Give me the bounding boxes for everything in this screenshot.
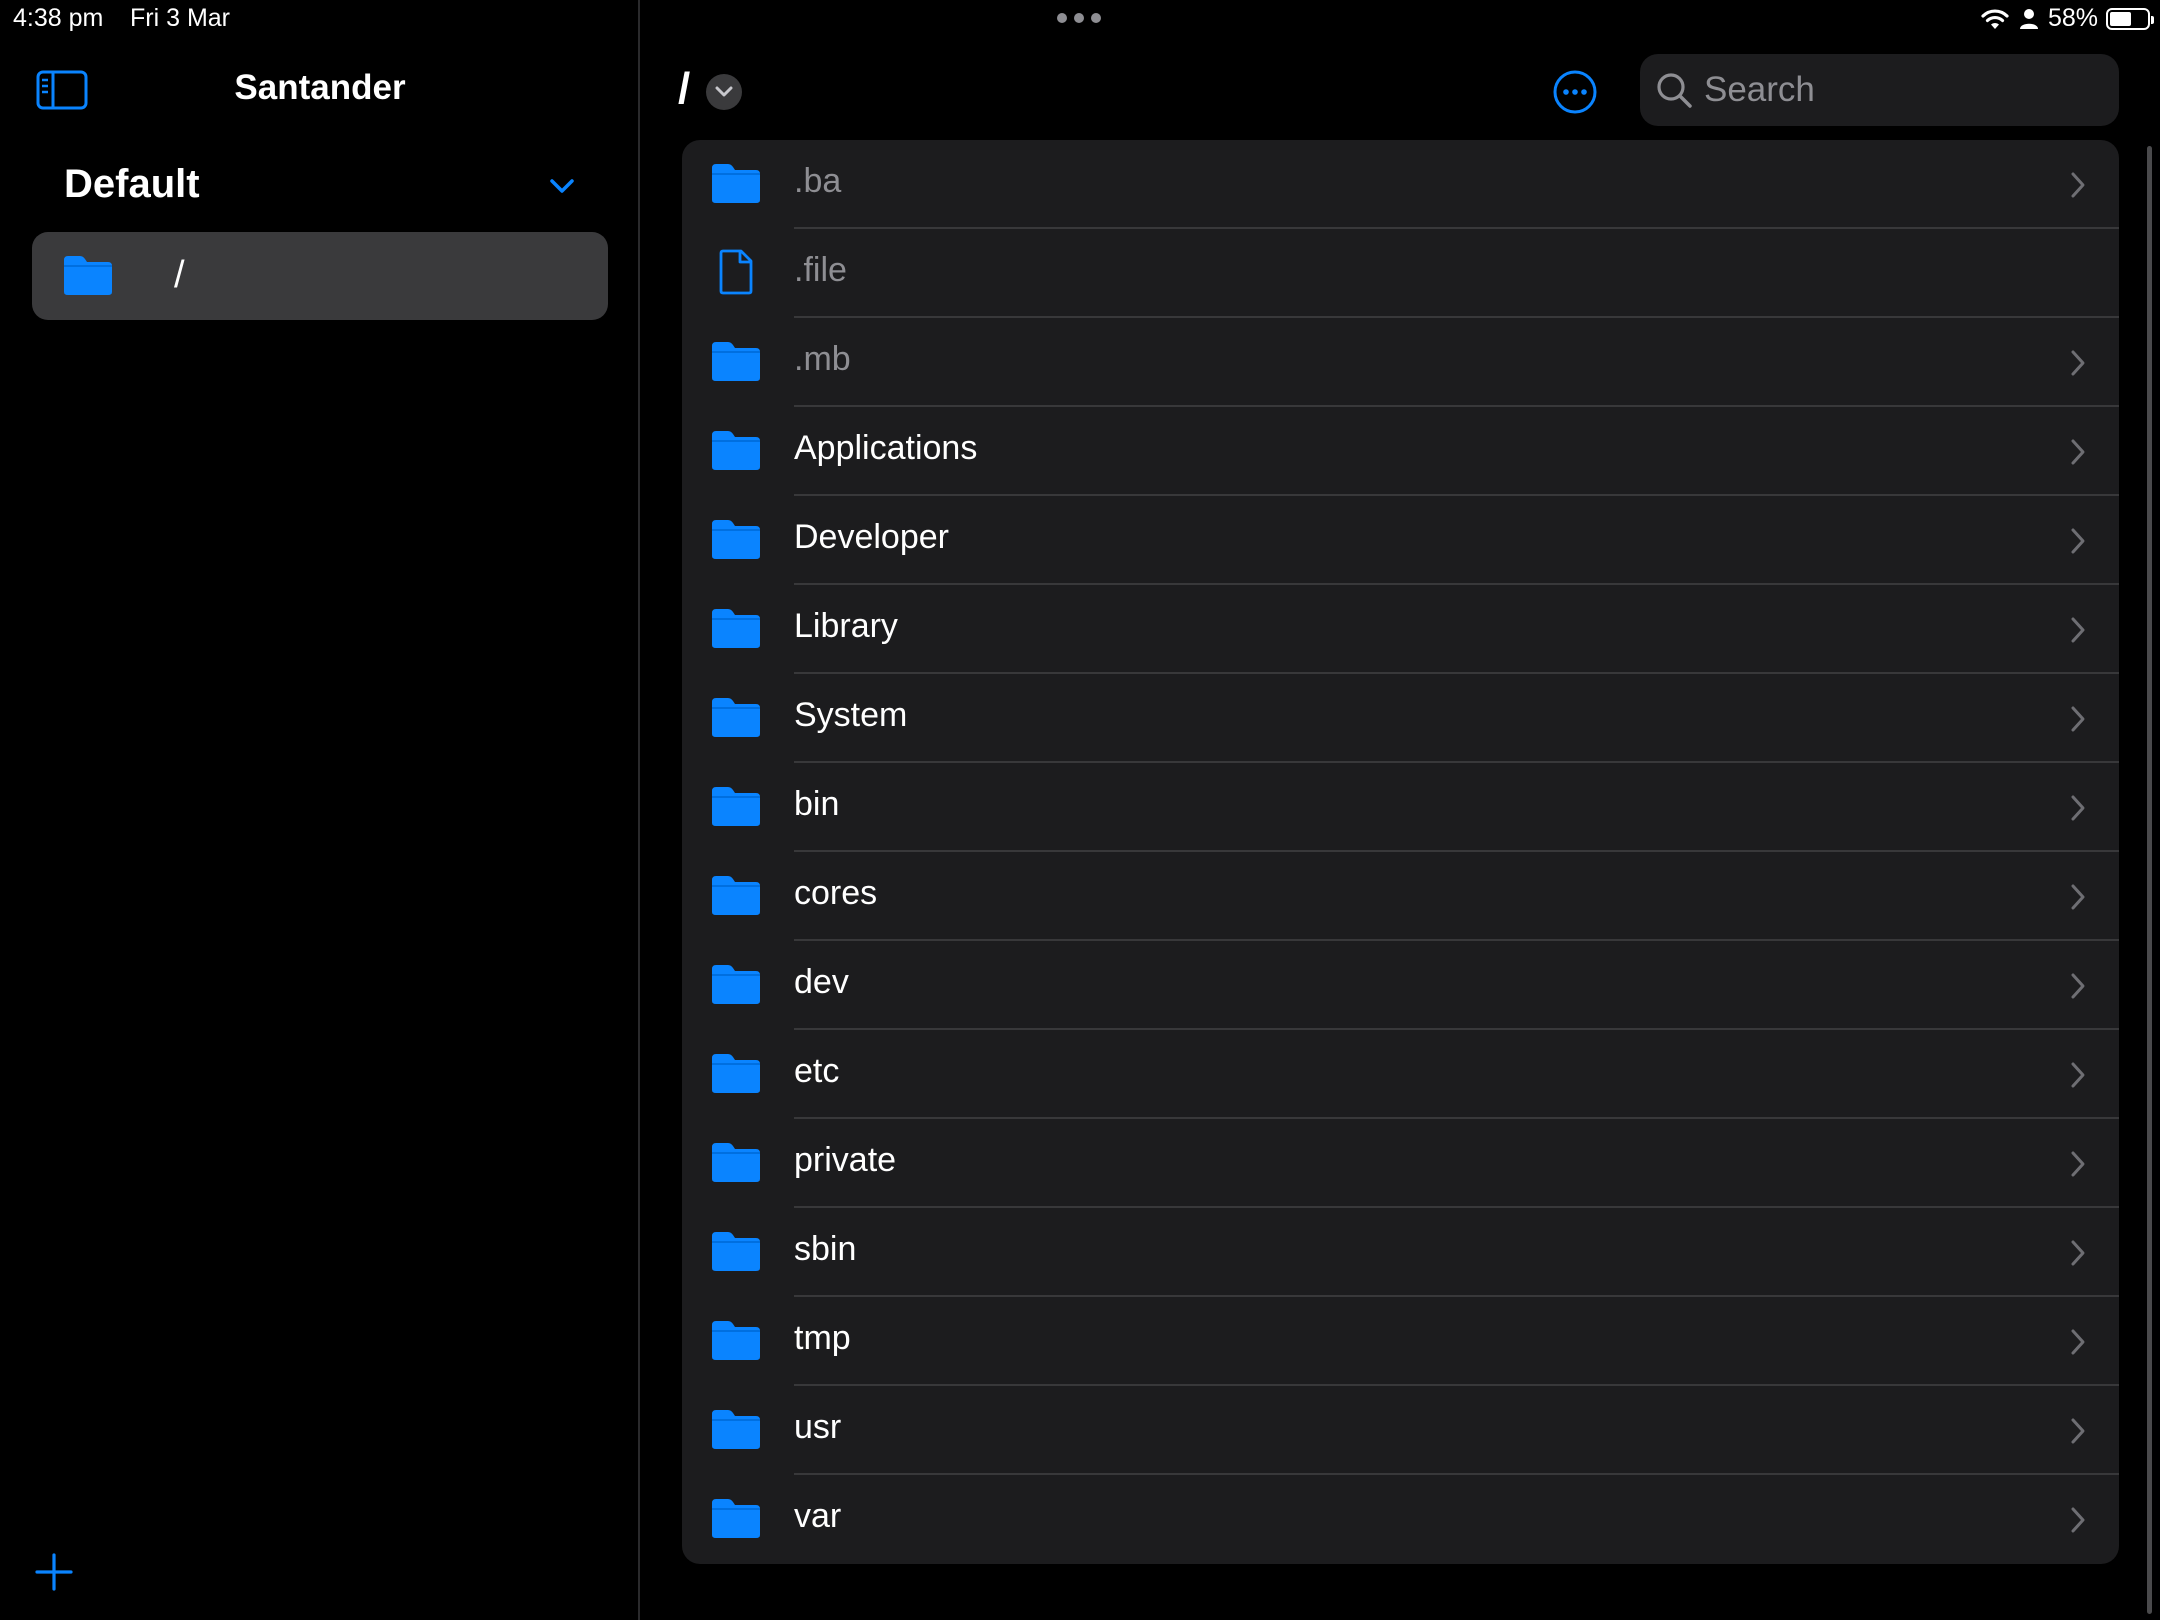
file-list: .ba .file .mb Applications Developer Lib… [682, 140, 2119, 1564]
chevron-right-icon [2071, 528, 2085, 554]
document-icon [719, 249, 753, 295]
list-item-bin[interactable]: bin [682, 763, 2119, 852]
chevron-right-icon [2071, 884, 2085, 910]
list-item-system[interactable]: System [682, 674, 2119, 763]
list-item-label: cores [794, 874, 878, 912]
list-item-applications[interactable]: Applications [682, 407, 2119, 496]
list-item-label: etc [794, 1052, 840, 1090]
list-item-cores[interactable]: cores [682, 852, 2119, 941]
chevron-right-icon [2071, 439, 2085, 465]
chevron-right-icon [2071, 172, 2085, 198]
list-item-label: usr [794, 1408, 842, 1446]
folder-icon [712, 431, 760, 470]
folder-icon [712, 164, 760, 203]
battery-icon [2106, 7, 2154, 30]
status-bar: 4:38 pm Fri 3 Mar 58% [0, 0, 2160, 40]
folder-icon [712, 520, 760, 559]
chevron-down-icon [715, 86, 733, 97]
list-item-label: dev [794, 963, 849, 1001]
search-field[interactable] [1640, 54, 2119, 126]
folder-icon [712, 1499, 760, 1538]
chevron-right-icon [2071, 706, 2085, 732]
chevron-right-icon [2071, 1418, 2085, 1444]
folder-icon [712, 787, 760, 826]
page-title: / [678, 64, 691, 113]
more-options-icon[interactable] [1552, 69, 1598, 115]
folder-icon [712, 876, 760, 915]
list-item-label: Developer [794, 518, 949, 556]
scrollbar[interactable] [2147, 146, 2152, 1614]
sidebar: Santander Default / [0, 0, 640, 1620]
list-item-label: Library [794, 607, 898, 645]
list-item-label: System [794, 696, 908, 734]
status-indicators: 58% [1980, 4, 2154, 33]
list-item-label: private [794, 1141, 897, 1179]
list-item-dev[interactable]: dev [682, 941, 2119, 1030]
search-input[interactable] [1702, 54, 2102, 126]
folder-icon [712, 1410, 760, 1449]
person-icon [2019, 8, 2038, 29]
list-item-sbin[interactable]: sbin [682, 1208, 2119, 1297]
status-date: Fri 3 Mar [130, 4, 230, 32]
battery-percent: 58% [2047, 4, 2098, 32]
multitasking-dots-icon[interactable] [1057, 13, 1101, 25]
folder-icon [712, 342, 760, 381]
list-item-label: .ba [794, 162, 842, 200]
folder-icon [64, 256, 112, 295]
section-header-default[interactable]: Default [64, 162, 200, 207]
chevron-right-icon [2071, 350, 2085, 376]
folder-icon [712, 698, 760, 737]
list-item-tmp[interactable]: tmp [682, 1297, 2119, 1386]
folder-icon [712, 609, 760, 648]
list-item-file[interactable]: .file [682, 229, 2119, 318]
sidebar-item-label: / [174, 254, 185, 296]
chevron-right-icon [2071, 1151, 2085, 1177]
list-item-developer[interactable]: Developer [682, 496, 2119, 585]
list-item-var[interactable]: var [682, 1475, 2119, 1564]
chevron-right-icon [2071, 795, 2085, 821]
chevron-right-icon [2071, 617, 2085, 643]
list-item-library[interactable]: Library [682, 585, 2119, 674]
folder-icon [712, 1232, 760, 1271]
chevron-down-icon[interactable] [548, 176, 576, 196]
status-time: 4:38 pm [13, 4, 104, 32]
list-item-label: bin [794, 785, 840, 823]
list-item-label: .mb [794, 340, 851, 378]
chevron-right-icon [2071, 1240, 2085, 1266]
chevron-right-icon [2071, 973, 2085, 999]
search-icon [1657, 73, 1692, 108]
add-icon[interactable] [34, 1552, 74, 1592]
list-item-private[interactable]: private [682, 1119, 2119, 1208]
list-item-label: var [794, 1497, 842, 1535]
wifi-icon [1981, 8, 2009, 29]
chevron-right-icon [2071, 1329, 2085, 1355]
folder-icon [712, 1321, 760, 1360]
folder-icon [712, 1054, 760, 1093]
chevron-right-icon [2071, 1507, 2085, 1533]
list-item-label: sbin [794, 1230, 857, 1268]
list-item-ba[interactable]: .ba [682, 140, 2119, 229]
list-item-usr[interactable]: usr [682, 1386, 2119, 1475]
list-item-mb[interactable]: .mb [682, 318, 2119, 407]
sidebar-title: Santander [234, 68, 406, 107]
list-item-etc[interactable]: etc [682, 1030, 2119, 1119]
folder-icon [712, 1143, 760, 1182]
title-menu-button[interactable] [706, 74, 742, 110]
list-item-label: tmp [794, 1319, 851, 1357]
folder-icon [712, 965, 760, 1004]
chevron-right-icon [2071, 1062, 2085, 1088]
sidebar-item-root[interactable]: / [32, 232, 608, 320]
battery-fill [2110, 11, 2131, 26]
list-item-label: .file [794, 251, 847, 289]
list-item-label: Applications [794, 429, 978, 467]
